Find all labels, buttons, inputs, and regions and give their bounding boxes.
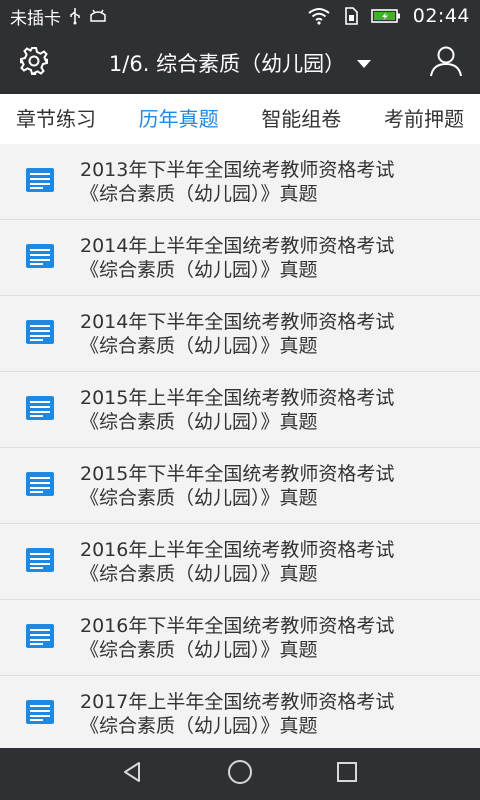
gear-icon (19, 46, 49, 80)
document-icon (25, 699, 55, 729)
profile-button[interactable] (412, 32, 480, 94)
caret-down-icon (357, 60, 372, 68)
tab-chapter-practice[interactable]: 章节练习 (16, 94, 96, 144)
nav-recents-button[interactable] (323, 748, 371, 800)
item-title-line2: 《综合素质（幼儿园）》真题 (80, 638, 318, 661)
document-icon (25, 623, 55, 653)
subject-selector[interactable]: 1/6. 综合素质（幼儿园） (68, 48, 412, 78)
document-icon (25, 471, 55, 501)
tab-bar: 章节练习 历年真题 智能组卷 考前押题 (0, 94, 480, 144)
list-item[interactable]: 2013年下半年全国统考教师资格考试 《综合素质（幼儿园）》真题 (0, 144, 480, 220)
list-item[interactable]: 2016年下半年全国统考教师资格考试 《综合素质（幼儿园）》真题 (0, 600, 480, 676)
tab-past-exams[interactable]: 历年真题 (139, 94, 219, 144)
app-bar: 1/6. 综合素质（幼儿园） (0, 32, 480, 94)
item-title-line1: 2015年上半年全国统考教师资格考试 (80, 386, 395, 409)
status-bar: 未插卡 02:44 (0, 0, 480, 32)
battery-charging-icon (370, 8, 401, 24)
system-nav-bar (0, 748, 480, 800)
tab-predicted-questions[interactable]: 考前押题 (384, 94, 464, 144)
document-icon (25, 395, 55, 425)
page-title: 1/6. 综合素质（幼儿园） (108, 52, 346, 76)
nav-back-button[interactable] (109, 748, 157, 800)
home-icon (227, 759, 253, 789)
list-item[interactable]: 2016年上半年全国统考教师资格考试 《综合素质（幼儿园）》真题 (0, 524, 480, 600)
item-title-line1: 2017年上半年全国统考教师资格考试 (80, 690, 395, 713)
item-title-line2: 《综合素质（幼儿园）》真题 (80, 714, 318, 737)
item-title-line1: 2016年下半年全国统考教师资格考试 (80, 614, 395, 637)
nav-home-button[interactable] (216, 748, 264, 800)
sim-icon (343, 7, 359, 25)
wifi-icon (307, 7, 331, 25)
list-item[interactable]: 2015年下半年全国统考教师资格考试 《综合素质（幼儿园）》真题 (0, 448, 480, 524)
item-title-line2: 《综合素质（幼儿园）》真题 (80, 334, 318, 357)
item-title-line2: 《综合素质（幼儿园）》真题 (80, 258, 318, 281)
item-title-line1: 2013年下半年全国统考教师资格考试 (80, 158, 395, 181)
list-item[interactable]: 2014年下半年全国统考教师资格考试 《综合素质（幼儿园）》真题 (0, 296, 480, 372)
list-item[interactable]: 2017年上半年全国统考教师资格考试 《综合素质（幼儿园）》真题 (0, 676, 480, 748)
item-title-line1: 2014年下半年全国统考教师资格考试 (80, 310, 395, 333)
document-icon (25, 167, 55, 197)
document-icon (25, 243, 55, 273)
item-title-line2: 《综合素质（幼儿园）》真题 (80, 410, 318, 433)
document-icon (25, 547, 55, 577)
list-item[interactable]: 2015年上半年全国统考教师资格考试 《综合素质（幼儿园）》真题 (0, 372, 480, 448)
user-icon (429, 44, 463, 82)
item-title-line1: 2014年上半年全国统考教师资格考试 (80, 234, 395, 257)
carrier-label: 未插卡 (10, 8, 61, 29)
item-title-line1: 2015年下半年全国统考教师资格考试 (80, 462, 395, 485)
exam-list: 2013年下半年全国统考教师资格考试 《综合素质（幼儿园）》真题 2014年上半年… (0, 144, 480, 748)
item-title-line1: 2016年上半年全国统考教师资格考试 (80, 538, 395, 561)
recents-icon (335, 760, 359, 788)
usb-icon (69, 7, 81, 25)
android-debug-icon (89, 8, 107, 24)
settings-button[interactable] (0, 32, 68, 94)
clock: 02:44 (412, 5, 470, 27)
list-item[interactable]: 2014年上半年全国统考教师资格考试 《综合素质（幼儿园）》真题 (0, 220, 480, 296)
item-title-line2: 《综合素质（幼儿园）》真题 (80, 562, 318, 585)
back-icon (121, 760, 145, 788)
document-icon (25, 319, 55, 349)
item-title-line2: 《综合素质（幼儿园）》真题 (80, 486, 318, 509)
tab-smart-papers[interactable]: 智能组卷 (261, 94, 341, 144)
item-title-line2: 《综合素质（幼儿园）》真题 (80, 182, 318, 205)
